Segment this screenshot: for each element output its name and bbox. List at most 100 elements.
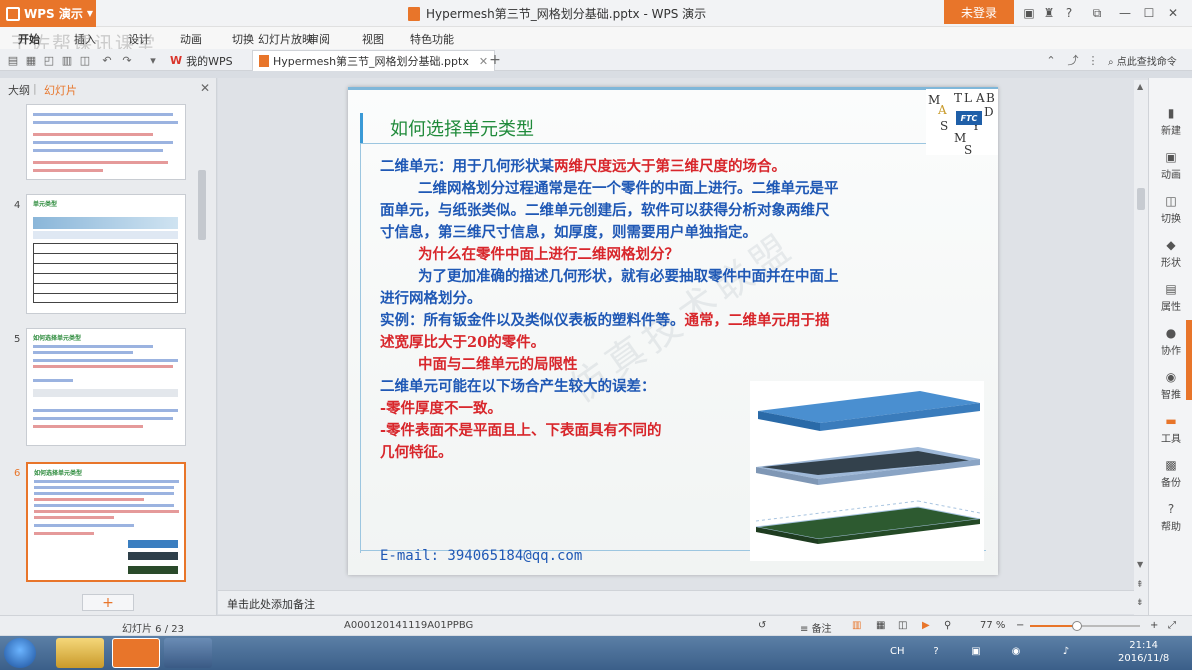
wps-logo-icon [6, 6, 20, 21]
plate-illustration [750, 381, 984, 561]
slide-thumbnail-5[interactable]: 如何选择单元类型 [26, 328, 186, 446]
thumbnail-scrollbar[interactable] [196, 100, 208, 590]
minimize-icon[interactable]: — [1116, 4, 1134, 22]
sidebar-item-shape[interactable]: ◆ 形状 [1149, 238, 1192, 269]
open-folder-icon[interactable]: ▤ [6, 53, 20, 67]
restore-view-icon[interactable]: ↺ [758, 620, 766, 631]
sidebar-item-properties[interactable]: ▤ 属性 [1149, 282, 1192, 313]
sidebar-item-backup[interactable]: ▩ 备份 [1149, 458, 1192, 489]
tab-slideshow[interactable]: 幻灯片放映 [258, 31, 313, 47]
collapse-ribbon-icon[interactable]: ⌃ [1044, 53, 1058, 67]
shape-icon: ◆ [1166, 238, 1176, 252]
ribbon-tabs: 开始 插入 设计 动画 切换 幻灯片放映 审阅 视图 特色功能 [0, 27, 1192, 49]
sidebar-item-help[interactable]: ? 帮助 [1149, 502, 1192, 533]
sidebar-item-tools[interactable]: ▬ 工具 [1149, 414, 1192, 445]
tab-transition[interactable]: 切换 [232, 31, 254, 47]
volume-icon[interactable]: ◉ [1010, 646, 1022, 658]
clock[interactable]: 21:14 2016/11/8 [1118, 639, 1169, 665]
slide-number: 5 [14, 334, 21, 345]
input-language[interactable]: CH [890, 646, 905, 658]
app-menu-button[interactable]: WPS 演示 ▼ [0, 0, 96, 27]
skin-icon[interactable]: ▣ [1020, 4, 1038, 22]
backup-icon: ▩ [1165, 458, 1177, 472]
command-search[interactable]: ⌕ 点此查找命令 [1108, 53, 1177, 68]
notes-pane[interactable]: 单击此处添加备注 [218, 590, 1134, 614]
sidebar-item-new[interactable]: ▮ 新建 [1149, 106, 1192, 137]
slide-canvas: 如何选择单元类型 M T L A B A D S Y M S FTC 仿真技术联… [218, 78, 1148, 615]
export-pdf-icon[interactable]: ◰ [42, 53, 56, 67]
tab-current-document[interactable]: Hypermesh第三节_网格划分基础.pptx ✕ [252, 50, 496, 71]
shirt-icon[interactable]: ♜ [1040, 4, 1058, 22]
template-name: A000120141119A01PPBG [344, 620, 474, 631]
sorter-view-icon[interactable]: ▦ [876, 620, 885, 631]
scroll-down-icon[interactable]: ▼ [1137, 560, 1143, 569]
start-button[interactable] [4, 638, 36, 668]
panel-header: 大纲 | 幻灯片 ✕ [8, 81, 211, 98]
slide-thumbnail-3[interactable] [26, 104, 186, 180]
more-icon[interactable]: ⋮ [1086, 53, 1100, 67]
slide-thumbnail-6-selected[interactable]: 如何选择单元类型 [26, 462, 186, 582]
zoom-level[interactable]: 77 % [980, 620, 1005, 631]
redo-icon[interactable]: ↷ [120, 53, 134, 67]
close-icon[interactable]: ✕ [1164, 4, 1182, 22]
zoom-slider[interactable] [1030, 621, 1140, 631]
slide-title: 如何选择单元类型 [390, 119, 534, 140]
sidebar-item-transition[interactable]: ◫ 切换 [1149, 194, 1192, 225]
canvas-scrollbar[interactable]: ▲ ▼ ⇞ ⇟ [1134, 80, 1148, 615]
slide-text-line: 为了更加准确的描述几何形状，就有必要抽取零件中面并在中面上 [418, 268, 839, 285]
wps-presentation-taskbar-icon[interactable] [112, 638, 160, 668]
reading-view-icon[interactable]: ◫ [898, 620, 907, 631]
mtlab-logo: M T L A B A D S Y M S FTC [926, 89, 998, 157]
normal-view-icon[interactable]: ▥ [852, 620, 861, 631]
tab-view[interactable]: 视图 [362, 31, 384, 47]
add-slide-button[interactable]: + [82, 594, 134, 611]
explorer-taskbar-icon[interactable] [56, 638, 104, 668]
tab-review[interactable]: 审阅 [308, 31, 330, 47]
preview-icon[interactable]: ◫ [78, 53, 92, 67]
slide-thumbnail-4[interactable]: 单元类型 [26, 194, 186, 314]
save-icon[interactable]: ▦ [24, 53, 38, 67]
customize-dropdown-icon[interactable]: ▾ [146, 53, 160, 67]
help-tray-icon[interactable]: ? [930, 646, 942, 658]
app-taskbar-icon[interactable] [164, 638, 212, 668]
tab-my-wps[interactable]: W 我的WPS [164, 50, 239, 71]
sidebar-item-animation[interactable]: ▣ 动画 [1149, 150, 1192, 181]
zoom-knob[interactable] [1072, 621, 1083, 631]
tab-slides[interactable]: 幻灯片 [44, 82, 77, 98]
animation-icon: ▣ [1165, 150, 1177, 164]
undo-icon[interactable]: ↶ [100, 53, 114, 67]
next-slide-icon[interactable]: ⇟ [1136, 598, 1144, 608]
help-icon[interactable]: ? [1060, 4, 1078, 22]
tab-outline[interactable]: 大纲 [8, 82, 30, 98]
print-icon[interactable]: ▥ [60, 53, 74, 67]
zoom-out-icon[interactable]: − [1016, 620, 1024, 631]
tab-special[interactable]: 特色功能 [410, 31, 454, 47]
login-button[interactable]: 未登录 [944, 0, 1014, 24]
close-panel-icon[interactable]: ✕ [200, 81, 210, 95]
scroll-up-icon[interactable]: ▲ [1137, 82, 1143, 91]
tab-animation[interactable]: 动画 [180, 31, 202, 47]
tools-icon: ▬ [1165, 414, 1177, 428]
fit-window-icon[interactable]: ⤢ [1168, 620, 1176, 631]
prev-slide-icon[interactable]: ⇞ [1136, 580, 1144, 590]
slide-text-line: 二维网格划分过程通常是在一个零件的中面上进行。二维单元是平 [418, 180, 839, 197]
zoom-in-icon[interactable]: + [1150, 620, 1158, 631]
slide-text-line: 二维单元：用于几何形状某两维尺度远大于第三维尺度的场合。 [380, 158, 786, 175]
pane-drag-handle[interactable] [1186, 320, 1192, 400]
chevron-down-icon: ▼ [86, 9, 94, 18]
maximize-icon[interactable]: ☐ [1140, 4, 1158, 22]
speaker-icon[interactable]: ♪ [1060, 646, 1072, 658]
close-tab-icon[interactable]: ✕ [479, 55, 488, 68]
pptx-file-icon [259, 55, 269, 67]
new-tab-icon[interactable]: + [488, 52, 502, 68]
slide-text-line: 进行网格划分。 [380, 290, 482, 307]
slideshow-icon[interactable]: ▶ [922, 620, 930, 631]
network-icon[interactable]: ▣ [970, 646, 982, 658]
share-icon[interactable]: ⤴ [1066, 53, 1080, 67]
restore-icon[interactable]: ⧉ [1088, 4, 1106, 22]
notes-toggle[interactable]: ≡ 备注 [800, 620, 832, 635]
slide-text-line: 二维单元可能在以下场合产生较大的误差： [380, 378, 656, 395]
properties-icon: ▤ [1165, 282, 1177, 296]
location-icon[interactable]: ⚲ [944, 620, 951, 631]
current-slide[interactable]: 如何选择单元类型 M T L A B A D S Y M S FTC 仿真技术联… [348, 87, 998, 575]
